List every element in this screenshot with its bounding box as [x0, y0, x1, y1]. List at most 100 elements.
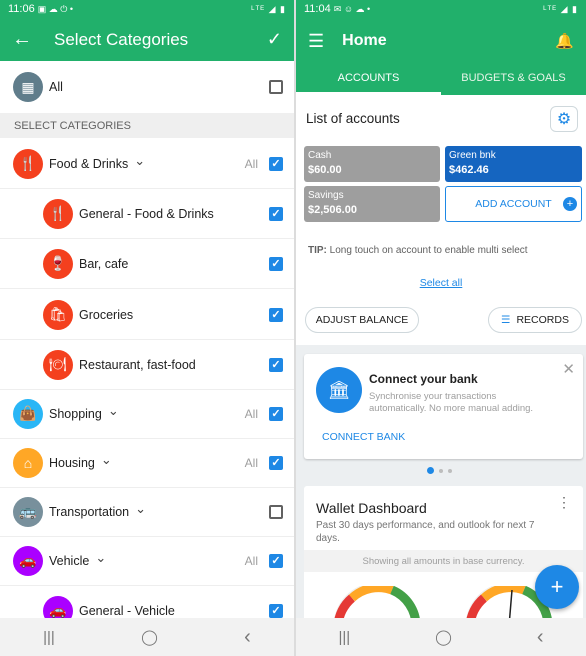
add-fab-button[interactable]: +	[535, 565, 579, 609]
dashboard-description: Past 30 days performance, and outlook fo…	[316, 520, 535, 544]
category-checkbox[interactable]	[269, 256, 283, 271]
category-label: General - Food & Drinks	[79, 206, 214, 221]
category-checkbox[interactable]	[269, 206, 283, 221]
category-checkbox[interactable]	[269, 553, 283, 568]
more-vert-icon[interactable]: ⋮	[557, 494, 571, 511]
category-label: Housing	[49, 455, 95, 470]
tip-body: Long touch on account to enable multi se…	[329, 245, 528, 256]
status-time: 11:04	[304, 3, 331, 15]
all-indicator: All	[244, 156, 258, 171]
status-icons: ✉ ☺ ☁ •	[333, 4, 371, 14]
page-title: Select Categories	[54, 29, 189, 49]
add-account-button[interactable]: ADD ACCOUNT +	[445, 186, 582, 222]
select-all-link[interactable]: Select all	[296, 277, 586, 289]
accounts-card: List of accounts ⚙ Cash $60.00 Green bnk…	[296, 95, 586, 345]
category-row[interactable]: 🛍 Groceries	[0, 290, 294, 340]
home-button[interactable]: ◯	[435, 628, 452, 646]
category-row[interactable]: 🚗 Vehicle ⌄ All	[0, 536, 294, 586]
recent-apps-button[interactable]: |||	[338, 629, 350, 646]
recent-apps-button[interactable]: |||	[43, 629, 55, 646]
category-checkbox[interactable]	[269, 406, 283, 421]
list-title: List of accounts	[306, 111, 400, 126]
status-signal: ᴸᵀᴱ ◢ ▮	[251, 3, 286, 14]
tip-text: TIP: Long touch on account to enable mul…	[308, 245, 528, 256]
account-value: $60.00	[308, 164, 342, 176]
category-row[interactable]: 👜 Shopping ⌄ All	[0, 389, 294, 439]
close-icon[interactable]: ✕	[562, 360, 575, 378]
currency-note: Showing all amounts in base currency.	[304, 550, 583, 572]
account-value: $462.46	[449, 164, 489, 176]
chevron-down-icon[interactable]: ⌄	[135, 501, 146, 517]
gear-icon[interactable]: ⚙	[550, 106, 578, 132]
category-checkbox[interactable]	[269, 455, 283, 470]
category-checkbox[interactable]	[269, 307, 283, 322]
account-savings[interactable]: Savings $2,506.00	[304, 186, 440, 222]
bank-icon: 🏛	[316, 367, 362, 413]
category-checkbox[interactable]	[269, 603, 283, 618]
category-row[interactable]: 🍷 Bar, cafe	[0, 239, 294, 289]
category-label: Transportation	[49, 504, 130, 519]
home-button[interactable]: ◯	[141, 628, 158, 646]
account-name: Cash	[308, 150, 332, 161]
tab-budgets-goals[interactable]: BUDGETS & GOALS	[441, 64, 586, 95]
records-label: RECORDS	[516, 314, 569, 326]
category-row[interactable]: 🍴 Food & Drinks ⌄ All	[0, 139, 294, 189]
category-row[interactable]: 🚌 Transportation ⌄	[0, 487, 294, 537]
grocery-bag-icon: 🛍	[43, 299, 73, 330]
chevron-down-icon[interactable]: ⌄	[95, 550, 106, 566]
wallet-dashboard-card: Wallet Dashboard ⋮ Past 30 days performa…	[304, 486, 583, 626]
dot	[448, 468, 452, 473]
select-categories-screen: 11:06 ▣ ☁ ⏻ • ᴸᵀᴱ ◢ ▮ ← Select Categorie…	[0, 0, 294, 656]
category-checkbox[interactable]	[269, 357, 283, 372]
app-bar: ☰ Home 🔔 ACCOUNTS BUDGETS & GOALS	[296, 18, 586, 95]
all-indicator: All	[244, 455, 258, 470]
records-button[interactable]: ☰ RECORDS	[488, 307, 582, 333]
tab-accounts[interactable]: ACCOUNTS	[296, 64, 441, 95]
category-checkbox[interactable]	[269, 504, 283, 519]
page-indicator	[427, 467, 452, 474]
chevron-down-icon[interactable]: ⌄	[101, 452, 112, 468]
chevron-down-icon[interactable]: ⌄	[134, 153, 145, 169]
home-screen: 11:04 ✉ ☺ ☁ • ᴸᵀᴱ ◢ ▮ ☰ Home 🔔 ACCOUNTS …	[296, 0, 586, 656]
dot-active	[427, 467, 434, 474]
nav-bar: ||| ◯ ‹	[0, 618, 294, 656]
wine-glass-icon: 🍷	[43, 248, 73, 279]
category-row[interactable]: 🍴 General - Food & Drinks	[0, 189, 294, 239]
fork-knife-icon: 🍴	[43, 198, 73, 229]
menu-icon[interactable]: ☰	[308, 31, 324, 52]
check-icon[interactable]: ✓	[267, 29, 282, 50]
account-green-bnk[interactable]: Green bnk $462.46	[445, 146, 582, 182]
account-value: $2,506.00	[308, 204, 357, 216]
account-cash[interactable]: Cash $60.00	[304, 146, 440, 182]
category-label: Vehicle	[49, 553, 90, 568]
all-checkbox[interactable]	[269, 80, 283, 94]
back-button[interactable]: ‹	[244, 626, 251, 649]
category-row[interactable]: 🍽 Restaurant, fast-food	[0, 340, 294, 390]
tab-bar: ACCOUNTS BUDGETS & GOALS	[296, 64, 586, 95]
all-indicator: All	[244, 406, 258, 421]
dot	[439, 468, 443, 473]
adjust-balance-button[interactable]: ADJUST BALANCE	[305, 307, 419, 333]
back-button[interactable]: ‹	[537, 626, 544, 649]
category-label: Shopping	[49, 406, 102, 421]
back-arrow-icon[interactable]: ←	[12, 28, 32, 51]
category-checkbox[interactable]	[269, 156, 283, 171]
status-bar: 11:04 ✉ ☺ ☁ • ᴸᵀᴱ ◢ ▮	[296, 0, 586, 18]
connect-bank-button[interactable]: CONNECT BANK	[322, 431, 405, 443]
category-row[interactable]: ⌂ Housing ⌄ All	[0, 438, 294, 488]
grid-icon: ▦	[13, 72, 43, 102]
status-time: 11:06	[8, 3, 35, 15]
list-icon: ☰	[501, 314, 511, 326]
nav-bar: ||| ◯ ‹	[296, 618, 586, 656]
bell-icon[interactable]: 🔔	[555, 32, 574, 50]
house-icon: ⌂	[13, 447, 43, 478]
bank-description: Synchronise your transactions automatica…	[369, 391, 534, 414]
tip-prefix: TIP:	[308, 245, 327, 256]
category-label: Groceries	[79, 307, 134, 322]
all-categories-row[interactable]: ▦ All	[0, 61, 294, 113]
status-signal: ᴸᵀᴱ ◢ ▮	[543, 3, 578, 14]
section-header: SELECT CATEGORIES	[0, 113, 294, 138]
category-label: Food & Drinks	[49, 156, 129, 171]
shopping-bag-icon: 👜	[13, 398, 43, 429]
chevron-down-icon[interactable]: ⌄	[108, 403, 119, 419]
